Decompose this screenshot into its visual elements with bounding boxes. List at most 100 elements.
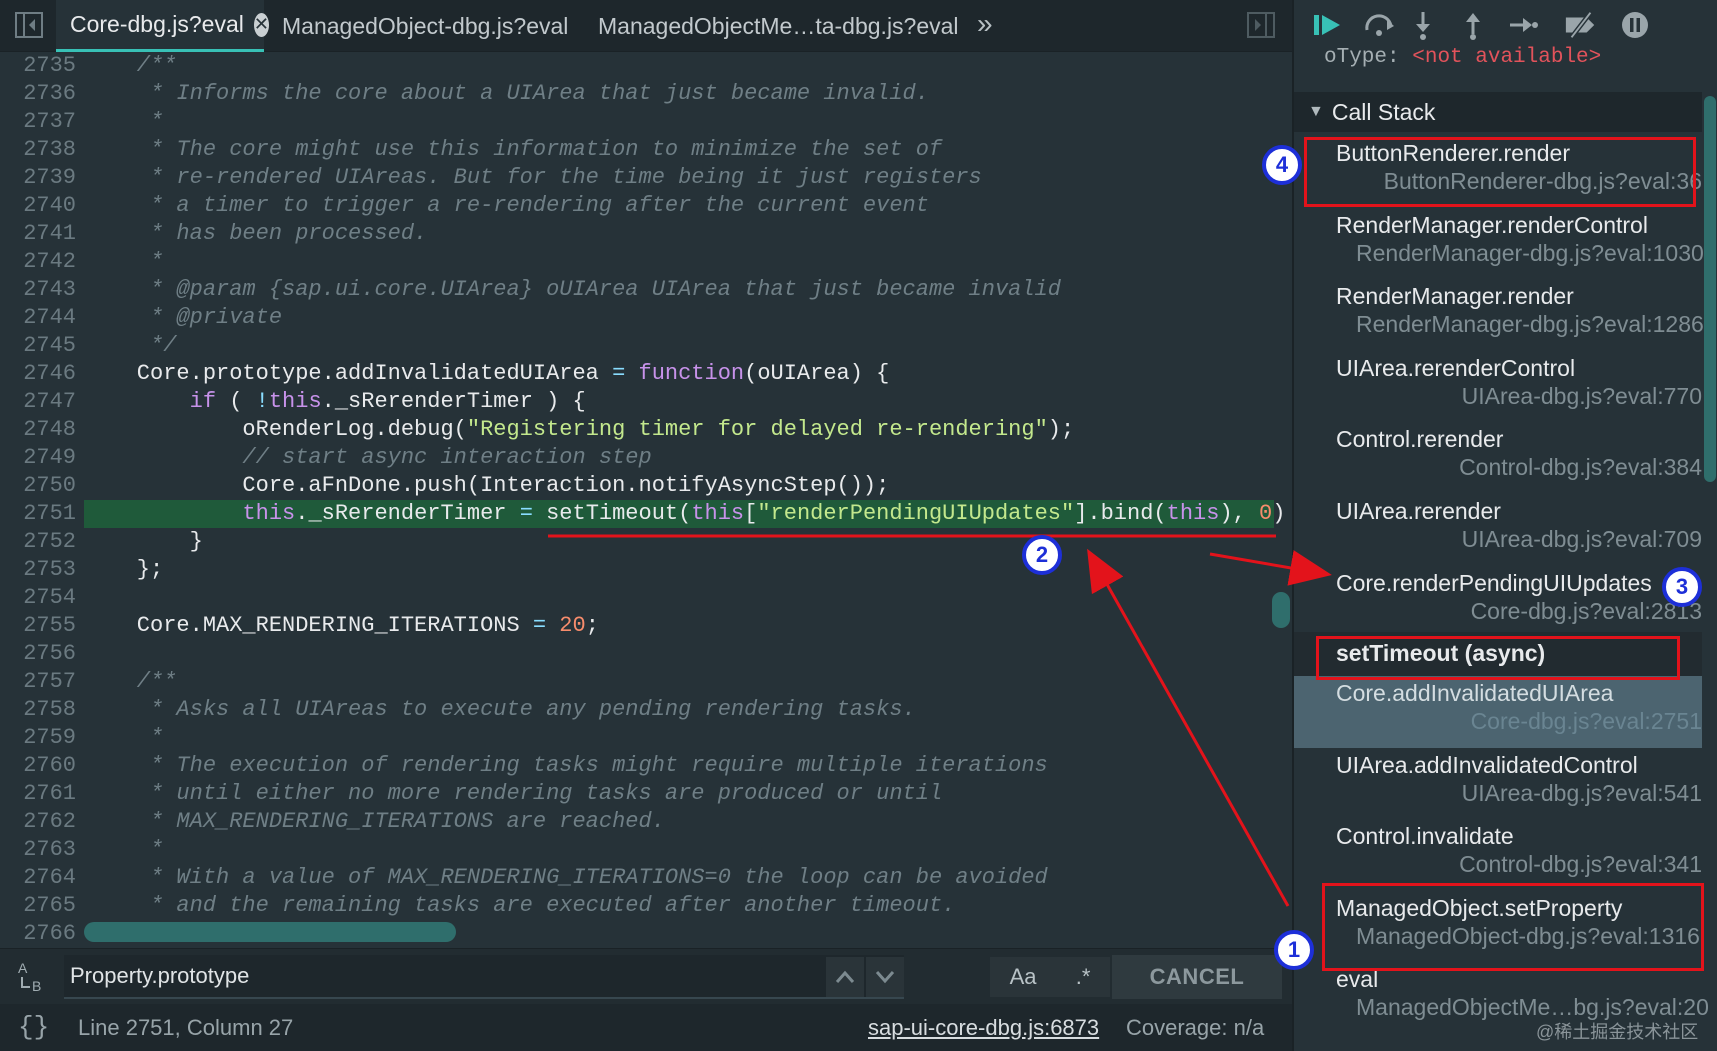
call-frame[interactable]: Control.invalidate Control-dbg.js?eval:34… [1294, 819, 1702, 891]
code-line[interactable]: 2754 [0, 584, 1292, 612]
call-frame-location[interactable]: UIArea-dbg.js?eval:770 [1462, 383, 1702, 410]
line-number[interactable]: 2738 [0, 136, 76, 164]
call-frame[interactable]: UIArea.rerender UIArea-dbg.js?eval:709 [1294, 494, 1702, 566]
line-number[interactable]: 2741 [0, 220, 76, 248]
code-line[interactable]: 2747 if ( !this._sRerenderTimer ) { [0, 388, 1292, 416]
line-number[interactable]: 2760 [0, 752, 76, 780]
line-number[interactable]: 2763 [0, 836, 76, 864]
line-number[interactable]: 2747 [0, 388, 76, 416]
line-number[interactable]: 2766 [0, 920, 76, 942]
call-frame[interactable]: UIArea.rerenderControl UIArea-dbg.js?eval… [1294, 351, 1702, 423]
code-line[interactable]: 2739 * re-rendered UIAreas. But for the … [0, 164, 1292, 192]
code-line[interactable]: 2750 Core.aFnDone.push(Interaction.notif… [0, 472, 1292, 500]
search-input[interactable] [64, 955, 904, 999]
line-number[interactable]: 2765 [0, 892, 76, 920]
code-line[interactable]: 2763 * [0, 836, 1292, 864]
code-line[interactable]: 2761 * until either no more rendering ta… [0, 780, 1292, 808]
call-frame[interactable]: Core.renderPendingUIUpdates Core-dbg.js?e… [1294, 566, 1702, 638]
code-line[interactable]: 2753 }; [0, 556, 1292, 584]
code-line[interactable]: 2758 * Asks all UIAreas to execute any p… [0, 696, 1292, 724]
match-case-button[interactable]: Aa [1010, 964, 1037, 990]
line-number[interactable]: 2742 [0, 248, 76, 276]
call-frame[interactable]: RenderManager.renderControl RenderManager… [1294, 208, 1704, 280]
deactivate-breakpoints-icon[interactable] [1564, 8, 1598, 42]
line-number[interactable]: 2758 [0, 696, 76, 724]
code-line[interactable]: 2742 * [0, 248, 1292, 276]
step-into-icon[interactable] [1406, 8, 1440, 42]
line-number[interactable]: 2746 [0, 360, 76, 388]
code-line[interactable]: 2751 this._sRerenderTimer = setTimeout(t… [0, 500, 1292, 528]
resume-icon[interactable] [1310, 8, 1344, 42]
line-number[interactable]: 2751 [0, 500, 76, 528]
call-frame-location[interactable]: Control-dbg.js?eval:341 [1459, 851, 1702, 878]
toggle-navigator-icon[interactable] [14, 10, 44, 40]
call-frame[interactable]: Control.rerender Control-dbg.js?eval:384 [1294, 422, 1702, 494]
tab-overflow-chevron-icon[interactable]: » [977, 8, 993, 40]
close-tab-icon[interactable]: ✕ [253, 12, 269, 37]
line-number[interactable]: 2745 [0, 332, 76, 360]
line-number[interactable]: 2749 [0, 444, 76, 472]
step-icon[interactable] [1506, 8, 1540, 42]
call-frame-location[interactable]: Core-dbg.js?eval:2751 [1471, 708, 1702, 735]
replace-toggle-icon[interactable]: AB [16, 959, 52, 995]
step-out-icon[interactable] [1456, 8, 1490, 42]
line-number[interactable]: 2755 [0, 612, 76, 640]
call-frame-location[interactable]: UIArea-dbg.js?eval:709 [1462, 526, 1702, 553]
code-line[interactable]: 2746 Core.prototype.addInvalidatedUIArea… [0, 360, 1292, 388]
code-line[interactable]: 2744 * @private [0, 304, 1292, 332]
code-line[interactable]: 2762 * MAX_RENDERING_ITERATIONS are reac… [0, 808, 1292, 836]
code-line[interactable]: 2755 Core.MAX_RENDERING_ITERATIONS = 20; [0, 612, 1292, 640]
line-number[interactable]: 2762 [0, 808, 76, 836]
cancel-search-button[interactable]: CANCEL [1112, 955, 1282, 999]
step-over-icon[interactable] [1362, 8, 1396, 42]
call-frame-location[interactable]: Core-dbg.js?eval:2813 [1471, 598, 1702, 625]
horizontal-scrollbar[interactable] [84, 922, 456, 942]
call-frame-location[interactable]: RenderManager-dbg.js?eval:1286 [1356, 311, 1704, 338]
line-number[interactable]: 2754 [0, 584, 76, 612]
code-line[interactable]: 2765 * and the remaining tasks are execu… [0, 892, 1292, 920]
toggle-debugger-sidebar-icon[interactable] [1246, 10, 1276, 40]
code-line[interactable]: 2756 [0, 640, 1292, 668]
code-line[interactable]: 2743 * @param {sap.ui.core.UIArea} oUIAr… [0, 276, 1292, 304]
search-previous-button[interactable] [826, 957, 864, 997]
call-frame[interactable]: Core.addInvalidatedUIArea Core-dbg.js?eva… [1294, 676, 1702, 748]
code-line[interactable]: 2749 // start async interaction step [0, 444, 1292, 472]
line-number[interactable]: 2737 [0, 108, 76, 136]
tab-core-dbg[interactable]: Core-dbg.js?eval ✕ [56, 0, 269, 52]
regex-button[interactable]: .* [1076, 964, 1091, 990]
line-number[interactable]: 2759 [0, 724, 76, 752]
sidebar-scrollbar[interactable] [1704, 96, 1716, 482]
line-number[interactable]: 2750 [0, 472, 76, 500]
source-map-link[interactable]: sap-ui-core-dbg.js:6873 [868, 1015, 1099, 1041]
call-frame-location[interactable]: Control-dbg.js?eval:384 [1459, 454, 1702, 481]
line-number[interactable]: 2739 [0, 164, 76, 192]
search-next-button[interactable] [866, 957, 904, 997]
line-number[interactable]: 2752 [0, 528, 76, 556]
code-line[interactable]: 2741 * has been processed. [0, 220, 1292, 248]
code-line[interactable]: 2745 */ [0, 332, 1292, 360]
call-frame-location[interactable]: UIArea-dbg.js?eval:541 [1462, 780, 1702, 807]
line-number[interactable]: 2761 [0, 780, 76, 808]
code-line[interactable]: 2760 * The execution of rendering tasks … [0, 752, 1292, 780]
code-line[interactable]: 2740 * a timer to trigger a re-rendering… [0, 192, 1292, 220]
line-number[interactable]: 2743 [0, 276, 76, 304]
line-number[interactable]: 2740 [0, 192, 76, 220]
code-editor[interactable]: 2735 /** 2736 * Informs the core about a … [0, 52, 1292, 942]
code-line[interactable]: 2752 } [0, 528, 1292, 556]
code-line[interactable]: 2748 oRenderLog.debug("Registering timer… [0, 416, 1292, 444]
line-number[interactable]: 2757 [0, 668, 76, 696]
code-line[interactable]: 2759 * [0, 724, 1292, 752]
call-stack-header[interactable]: ▼ Call Stack [1294, 92, 1702, 132]
code-line[interactable]: 2737 * [0, 108, 1292, 136]
pause-on-exceptions-icon[interactable] [1618, 8, 1652, 42]
vertical-scrollbar-thumb[interactable] [1272, 592, 1290, 628]
code-line[interactable]: 2735 /** [0, 52, 1292, 80]
tab-managedobjectmetadata-dbg[interactable]: ManagedObjectMe…ta-dbg.js?eval [598, 0, 959, 52]
code-line[interactable]: 2736 * Informs the core about a UIArea t… [0, 80, 1292, 108]
code-line[interactable]: 2764 * With a value of MAX_RENDERING_ITE… [0, 864, 1292, 892]
pretty-print-icon[interactable]: {} [18, 1012, 49, 1042]
code-line[interactable]: 2757 /** [0, 668, 1292, 696]
call-frame[interactable]: UIArea.addInvalidatedControl UIArea-dbg.j… [1294, 748, 1702, 820]
line-number[interactable]: 2735 [0, 52, 76, 80]
line-number[interactable]: 2748 [0, 416, 76, 444]
